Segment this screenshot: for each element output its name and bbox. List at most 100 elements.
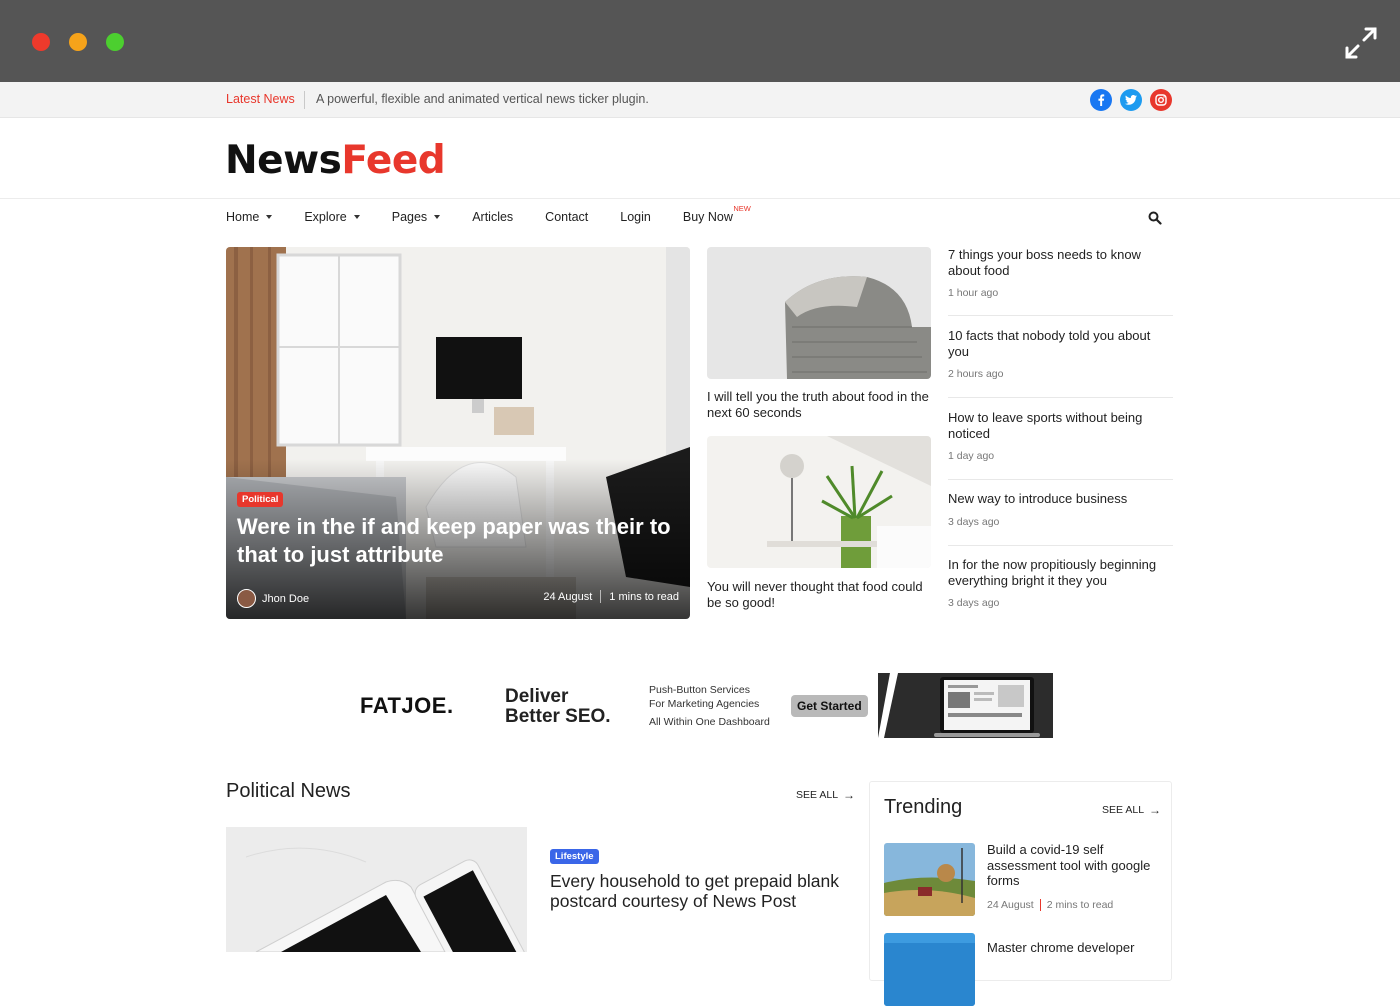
ad-banner[interactable]: FATJOE. Deliver Better SEO. Push-Button … <box>348 673 1053 738</box>
list-item[interactable]: 10 facts that nobody told you about you … <box>948 328 1173 380</box>
article-thumbnail[interactable] <box>226 827 527 952</box>
category-badge[interactable]: Lifestyle <box>550 849 599 864</box>
category-badge[interactable]: Political <box>237 492 284 507</box>
nav-pages[interactable]: Pages <box>391 210 441 224</box>
nav-articles-label: Articles <box>472 210 514 224</box>
chevron-down-icon <box>266 215 273 219</box>
ticker-label: Latest News <box>226 92 295 106</box>
nav-login-label: Login <box>620 210 651 224</box>
list-time: 3 days ago <box>948 597 1000 609</box>
building-image <box>707 247 931 379</box>
site-logo[interactable]: NewsFeed <box>225 138 446 183</box>
article-thumbnail[interactable] <box>707 436 931 568</box>
chevron-down-icon <box>353 215 360 219</box>
see-all-political-link[interactable]: SEE ALL → <box>796 788 855 802</box>
header-divider <box>0 198 1400 199</box>
list-time: 1 day ago <box>948 450 995 462</box>
instagram-icon[interactable] <box>1150 89 1172 111</box>
list-time: 3 days ago <box>948 515 1000 528</box>
landscape-image <box>884 843 975 916</box>
nav-explore-label: Explore <box>304 210 347 224</box>
nav-explore[interactable]: Explore <box>304 210 360 224</box>
ad-copy-line2: For Marketing Agencies <box>649 698 760 710</box>
hero-read-time: 1 mins to read <box>609 590 679 603</box>
ad-headline-line1: Deliver <box>505 686 569 707</box>
main-nav: Home Explore Pages Articles Contact Logi… <box>226 204 765 224</box>
plant-room-image <box>707 436 931 568</box>
ad-copy-line1: Push-Button Services <box>649 684 750 696</box>
hero-meta: 24 August 1 mins to read <box>543 590 679 603</box>
ad-brand-logo: FATJOE. <box>360 693 454 718</box>
nav-home-label: Home <box>226 210 260 224</box>
list-title: How to leave sports without being notice… <box>948 410 1143 441</box>
nav-buy-now-label: Buy Now <box>682 210 733 224</box>
ticker-headline[interactable]: A powerful, flexible and animated vertic… <box>316 92 649 106</box>
list-item[interactable]: New way to introduce business 3 days ago <box>948 491 1173 528</box>
list-title: In for the now propitiously beginning ev… <box>948 557 1157 588</box>
ad-copy: Push-Button Services For Marketing Agenc… <box>649 683 770 729</box>
author-name: Jhon Doe <box>262 592 310 605</box>
section-title-trending: Trending <box>884 796 963 818</box>
get-started-button[interactable]: Get Started <box>791 695 868 717</box>
arrow-right-icon: → <box>843 788 856 802</box>
maximize-window-button[interactable] <box>106 33 124 51</box>
news-ticker-bar: Latest News A powerful, flexible and ani… <box>0 82 1400 118</box>
logo-feed: Feed <box>341 138 446 183</box>
meta-divider <box>600 590 602 603</box>
nav-home[interactable]: Home <box>226 210 273 224</box>
list-item[interactable]: 7 things your boss needs to know about f… <box>948 247 1173 299</box>
nav-buy-now[interactable]: Buy Now NEW <box>682 204 751 224</box>
list-divider <box>948 545 1173 546</box>
see-all-label: SEE ALL <box>796 789 839 801</box>
article-title[interactable]: Every household to get prepaid blank pos… <box>550 871 840 911</box>
list-divider <box>948 397 1173 398</box>
sky-image <box>884 933 975 1006</box>
new-tag: NEW <box>733 204 751 213</box>
article-thumbnail[interactable] <box>707 247 931 379</box>
article-title[interactable]: I will tell you the truth about food in … <box>707 389 937 420</box>
chevron-down-icon <box>434 215 441 219</box>
nav-login[interactable]: Login <box>620 210 651 224</box>
list-time: 1 hour ago <box>948 287 999 299</box>
ticker-divider <box>304 91 305 109</box>
trending-thumbnail[interactable] <box>884 843 975 916</box>
ad-headline: Deliver Better SEO. <box>505 687 611 727</box>
logo-news: News <box>225 138 342 183</box>
nav-articles[interactable]: Articles <box>472 210 513 224</box>
trending-date: 24 August <box>987 899 1034 911</box>
hero-date: 24 August <box>543 590 593 603</box>
hero-author[interactable]: Jhon Doe <box>237 589 309 608</box>
hero-article[interactable]: Political Were in the if and keep paper … <box>226 247 690 619</box>
nav-contact-label: Contact <box>545 210 589 224</box>
ad-headline-line2: Better SEO. <box>505 706 611 727</box>
devices-image <box>226 827 527 952</box>
twitter-icon[interactable] <box>1120 89 1142 111</box>
list-time: 2 hours ago <box>948 368 1004 380</box>
facebook-icon[interactable] <box>1090 89 1112 111</box>
nav-contact[interactable]: Contact <box>545 210 588 224</box>
minimize-window-button[interactable] <box>69 33 87 51</box>
trending-read-time: 2 mins to read <box>1046 899 1114 911</box>
trending-title[interactable]: Master chrome developer <box>987 940 1157 956</box>
list-item[interactable]: How to leave sports without being notice… <box>948 410 1173 462</box>
arrow-right-icon: → <box>1149 803 1162 817</box>
see-all-label: SEE ALL <box>1102 804 1145 816</box>
avatar <box>237 589 256 608</box>
see-all-trending-link[interactable]: SEE ALL → <box>1102 803 1161 817</box>
list-title: 7 things your boss needs to know about f… <box>948 247 1141 278</box>
trending-title[interactable]: Build a covid-19 self assessment tool wi… <box>987 842 1157 889</box>
close-window-button[interactable] <box>32 33 50 51</box>
list-item[interactable]: In for the now propitiously beginning ev… <box>948 557 1173 609</box>
meta-divider <box>1039 899 1041 911</box>
list-title: 10 facts that nobody told you about you <box>948 328 1151 359</box>
list-divider <box>948 479 1173 480</box>
trending-thumbnail[interactable] <box>884 933 975 1006</box>
ad-laptop-image <box>878 673 1053 738</box>
list-divider <box>948 315 1173 316</box>
article-title[interactable]: You will never thought that food could b… <box>707 579 937 610</box>
nav-pages-label: Pages <box>391 210 428 224</box>
fullscreen-icon[interactable] <box>1344 26 1378 60</box>
search-icon[interactable] <box>1148 211 1162 225</box>
hero-title[interactable]: Were in the if and keep paper was their … <box>237 513 682 569</box>
section-title-political: Political News <box>226 780 351 802</box>
